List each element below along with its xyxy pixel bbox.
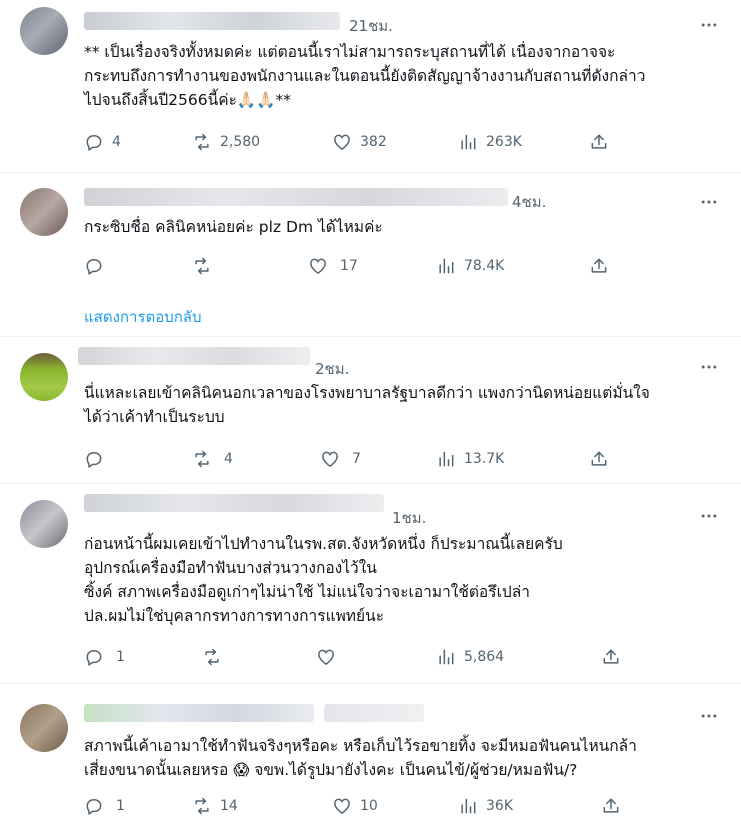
timestamp[interactable]: 2ชม.: [315, 357, 349, 381]
reply-button[interactable]: 4: [84, 132, 121, 152]
like-icon: [334, 798, 350, 814]
share-icon[interactable]: [587, 449, 611, 469]
like-button[interactable]: [316, 647, 344, 667]
repost-icon: [195, 133, 209, 151]
reply-item-1[interactable]: 21ชม. ** เป็นเรื่องจริงทั้งหมดค่ะ แต่ตอน…: [0, 0, 741, 173]
repost-count: 14: [220, 798, 238, 814]
username-blurred[interactable]: [84, 704, 314, 722]
repost-button[interactable]: 4: [192, 449, 233, 469]
views-button[interactable]: 36K: [458, 796, 513, 816]
avatar[interactable]: [20, 353, 68, 401]
like-icon: [310, 258, 326, 274]
more-icon[interactable]: [697, 706, 721, 726]
views-button[interactable]: 5,864: [436, 647, 504, 667]
reply-text: ** เป็นเรื่องจริงทั้งหมดค่ะ แต่ตอนนี้เรา…: [84, 43, 646, 109]
avatar[interactable]: [20, 188, 68, 236]
reply-item-2[interactable]: 4ชม. กระซิบชื่อ คลินิคหน่อยค่ะ plz Dm ได…: [0, 173, 741, 337]
reply-icon: [86, 650, 102, 666]
reply-count: 1: [116, 649, 125, 665]
action-bar: 4 7 13.7K: [84, 449, 631, 473]
repost-icon: [195, 450, 209, 468]
views-icon: [461, 798, 476, 814]
like-icon: [322, 451, 338, 467]
like-count: 17: [340, 258, 358, 274]
repost-icon: [195, 257, 209, 275]
avatar[interactable]: [20, 704, 68, 752]
views-icon: [439, 649, 454, 665]
reply-icon: [86, 452, 102, 468]
repost-icon: [195, 797, 209, 815]
reply-text: นี่แหละเลยเข้าคลินิคนอกเวลาของโรงพยาบาลร…: [84, 384, 650, 426]
action-bar: 17 78.4K: [84, 256, 631, 280]
like-button[interactable]: 382: [332, 132, 387, 152]
like-count: 10: [360, 798, 378, 814]
like-button[interactable]: 17: [308, 256, 358, 276]
more-icon[interactable]: [697, 15, 721, 35]
repost-button[interactable]: [202, 647, 230, 667]
username-blurred[interactable]: [84, 188, 508, 206]
share-icon[interactable]: [587, 132, 611, 152]
share-icon[interactable]: [599, 796, 623, 816]
reply-button[interactable]: [84, 449, 112, 469]
reply-button[interactable]: 1: [84, 647, 125, 667]
repost-count: 2,580: [220, 134, 261, 150]
reply-count: 4: [112, 134, 121, 150]
repost-count: 4: [224, 451, 233, 467]
like-count: 382: [360, 134, 387, 150]
share-icon[interactable]: [587, 256, 611, 276]
like-button[interactable]: 7: [320, 449, 361, 469]
views-count: 78.4K: [464, 258, 505, 274]
timestamp[interactable]: 21ชม.: [349, 14, 393, 38]
reply-button[interactable]: 1: [84, 796, 125, 816]
like-button[interactable]: 10: [332, 796, 378, 816]
like-count: 7: [352, 451, 361, 467]
views-count: 263K: [486, 134, 522, 150]
timestamp[interactable]: 4ชม.: [512, 190, 546, 214]
like-icon: [318, 649, 334, 665]
handle-blurred[interactable]: [324, 704, 424, 722]
like-icon: [334, 134, 350, 150]
username-blurred[interactable]: [84, 494, 384, 512]
avatar[interactable]: [20, 7, 68, 55]
reply-icon: [86, 135, 102, 151]
reply-text: สภาพนี้เค้าเอามาใช้ทำฟันจริงๆหรือคะ หรือ…: [84, 737, 637, 779]
repost-button[interactable]: 14: [192, 796, 238, 816]
views-button[interactable]: 263K: [458, 132, 522, 152]
more-icon[interactable]: [697, 357, 721, 377]
views-button[interactable]: 78.4K: [436, 256, 504, 276]
views-count: 36K: [486, 798, 513, 814]
views-icon: [439, 258, 454, 274]
reply-text: ก่อนหน้านี้ผมเคยเข้าไปทำงานในรพ.สต.จังหว…: [84, 535, 563, 625]
views-count: 5,864: [464, 649, 505, 665]
reply-item-5[interactable]: สภาพนี้เค้าเอามาใช้ทำฟันจริงๆหรือคะ หรือ…: [0, 684, 741, 835]
views-icon: [439, 451, 454, 467]
avatar[interactable]: [20, 500, 68, 548]
action-bar: 4 2,580 382 263K: [84, 132, 631, 156]
share-icon[interactable]: [599, 647, 623, 667]
more-icon[interactable]: [697, 506, 721, 526]
reply-icon: [86, 799, 102, 815]
repost-button[interactable]: 2,580: [192, 132, 260, 152]
reply-count: 1: [116, 798, 125, 814]
reply-item-3[interactable]: 2ชม. นี่แหละเลยเข้าคลินิคนอกเวลาของโรงพย…: [0, 337, 741, 484]
more-icon[interactable]: [697, 192, 721, 212]
reply-text: กระซิบชื่อ คลินิคหน่อยค่ะ plz Dm ได้ไหมค…: [84, 218, 383, 236]
action-bar: 1 5,864: [84, 647, 631, 671]
show-replies-link[interactable]: แสดงการตอบกลับ: [84, 305, 202, 329]
reply-icon: [86, 259, 102, 275]
views-button[interactable]: 13.7K: [436, 449, 504, 469]
timestamp[interactable]: 1ชม.: [392, 506, 426, 530]
reply-button[interactable]: [84, 256, 112, 276]
views-icon: [461, 134, 476, 150]
username-blurred[interactable]: [78, 347, 310, 365]
username-blurred[interactable]: [84, 12, 340, 30]
views-count: 13.7K: [464, 451, 505, 467]
repost-button[interactable]: [192, 256, 220, 276]
reply-item-4[interactable]: 1ชม. ก่อนหน้านี้ผมเคยเข้าไปทำงานในรพ.สต.…: [0, 484, 741, 684]
action-bar: 1 14 10 36K: [84, 796, 631, 820]
repost-icon: [205, 648, 219, 666]
